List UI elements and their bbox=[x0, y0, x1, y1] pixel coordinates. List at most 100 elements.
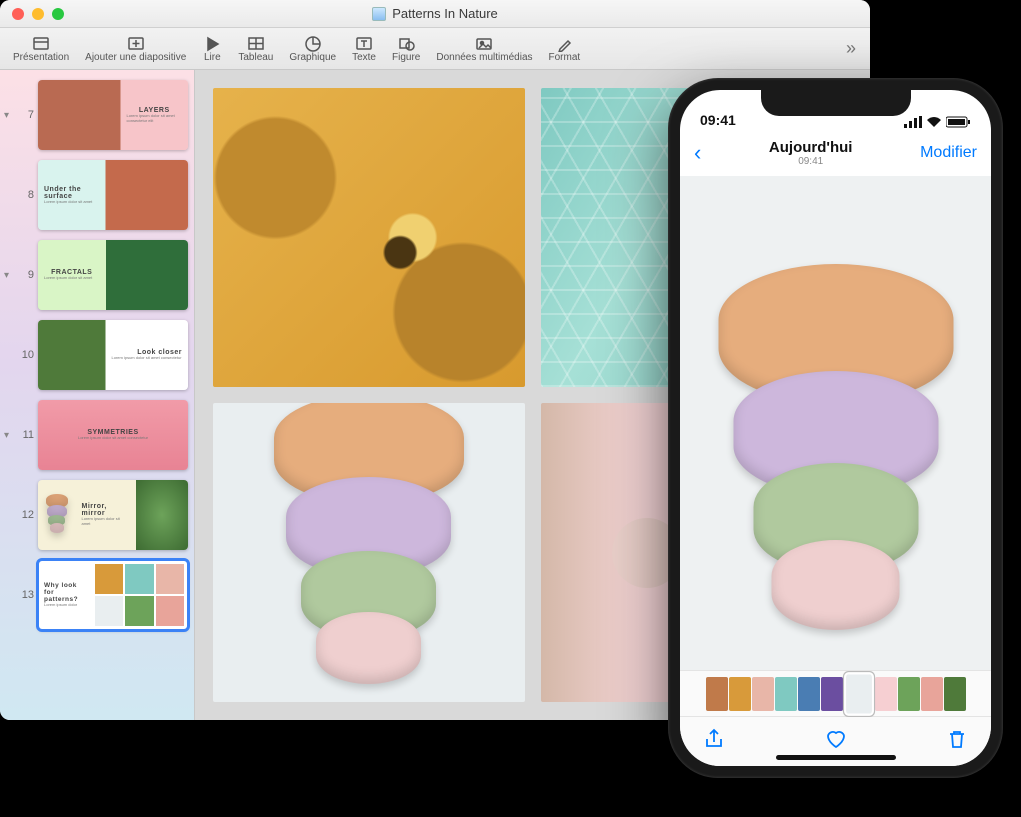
slide-number: 7 bbox=[18, 109, 34, 121]
filmstrip-thumb[interactable] bbox=[752, 677, 774, 711]
slide-thumbnail[interactable]: Look closer Lorem ipsum dolor sit amet c… bbox=[38, 320, 188, 390]
slide-number: 10 bbox=[18, 349, 34, 361]
share-button[interactable] bbox=[702, 727, 726, 756]
slide-thumb-body: Lorem ipsum dolor sit amet bbox=[44, 200, 100, 205]
format-icon bbox=[554, 34, 574, 52]
slide-row[interactable]: ▾ 7 LAYERS Lorem ipsum dolor sit amet co… bbox=[4, 80, 188, 150]
slide-row[interactable]: ▾ 9 FRACTALS Lorem ipsum dolor sit amet bbox=[4, 240, 188, 310]
disclosure-triangle-icon[interactable]: ▾ bbox=[4, 270, 14, 281]
slide-thumb-body: Lorem ipsum dolor sit amet consectetur bbox=[78, 436, 148, 441]
toolbar-format-button[interactable]: Format bbox=[542, 32, 588, 65]
media-icon bbox=[474, 34, 494, 52]
filmstrip-thumb[interactable] bbox=[821, 677, 843, 711]
view-icon bbox=[31, 34, 51, 52]
play-icon bbox=[202, 34, 222, 52]
toolbar-label: Format bbox=[549, 52, 581, 63]
document-title-text: Patterns In Nature bbox=[392, 6, 498, 21]
chart-icon bbox=[303, 34, 323, 52]
window-minimize-button[interactable] bbox=[32, 8, 44, 20]
toolbar-label: Graphique bbox=[289, 52, 336, 63]
slide-row[interactable]: 12 Mirror, mirror Lorem ipsum dolor sit … bbox=[4, 480, 188, 550]
filmstrip-thumb[interactable] bbox=[706, 677, 728, 711]
cellular-icon bbox=[904, 116, 922, 128]
toolbar-label: Texte bbox=[352, 52, 376, 63]
filmstrip-thumb-current[interactable] bbox=[846, 674, 871, 713]
status-time: 09:41 bbox=[700, 112, 736, 128]
filmstrip-thumb[interactable] bbox=[775, 677, 797, 711]
add-slide-icon bbox=[126, 34, 146, 52]
filmstrip-thumb[interactable] bbox=[798, 677, 820, 711]
favorite-button[interactable] bbox=[824, 727, 848, 756]
home-indicator[interactable] bbox=[776, 755, 896, 760]
toolbar-overflow-button[interactable]: » bbox=[838, 38, 864, 59]
slide-thumbnail[interactable]: Mirror, mirror Lorem ipsum dolor sit ame… bbox=[38, 480, 188, 550]
document-icon bbox=[372, 7, 386, 21]
toolbar-media-button[interactable]: Données multimédias bbox=[429, 32, 539, 65]
toolbar-label: Figure bbox=[392, 52, 420, 63]
text-icon bbox=[354, 34, 374, 52]
delete-button[interactable] bbox=[945, 727, 969, 756]
iphone-notch bbox=[761, 90, 911, 116]
slide-number: 8 bbox=[18, 189, 34, 201]
slide-thumb-body: Lorem ipsum dolor bbox=[44, 603, 85, 608]
slide-row[interactable]: ▾ 11 SYMMETRIES Lorem ipsum dolor sit am… bbox=[4, 400, 188, 470]
wifi-icon bbox=[926, 116, 942, 128]
edit-button[interactable]: Modifier bbox=[920, 144, 977, 162]
iphone-screen: 09:41 ‹ Aujourd'hui 09:41 Modifier bbox=[680, 90, 991, 766]
slide-thumbnail-selected[interactable]: Why look for patterns? Lorem ipsum dolor bbox=[38, 560, 188, 630]
battery-icon bbox=[946, 116, 971, 128]
slide-thumb-body: Lorem ipsum dolor sit amet bbox=[44, 276, 100, 281]
slide-thumb-body: Lorem ipsum dolor sit amet consectetur e… bbox=[127, 114, 183, 124]
toolbar-label: Ajouter une diapositive bbox=[85, 52, 186, 63]
filmstrip-thumb[interactable] bbox=[921, 677, 943, 711]
toolbar-table-button[interactable]: Tableau bbox=[231, 32, 280, 65]
toolbar-shape-button[interactable]: Figure bbox=[385, 32, 427, 65]
slide-thumbnail[interactable]: Under the surface Lorem ipsum dolor sit … bbox=[38, 160, 188, 230]
filmstrip-thumb[interactable] bbox=[898, 677, 920, 711]
window-zoom-button[interactable] bbox=[52, 8, 64, 20]
slide-navigator[interactable]: ▾ 7 LAYERS Lorem ipsum dolor sit amet co… bbox=[0, 70, 195, 720]
photos-header-title: Aujourd'hui bbox=[701, 139, 920, 156]
window-close-button[interactable] bbox=[12, 8, 24, 20]
slide-row[interactable]: 8 Under the surface Lorem ipsum dolor si… bbox=[4, 160, 188, 230]
slide-number: 13 bbox=[18, 589, 34, 601]
disclosure-triangle-icon[interactable]: ▾ bbox=[4, 110, 14, 121]
photo-viewer[interactable] bbox=[680, 176, 991, 670]
toolbar-view-button[interactable]: Présentation bbox=[6, 32, 76, 65]
toolbar-play-button[interactable]: Lire bbox=[195, 32, 229, 65]
iphone-device: 09:41 ‹ Aujourd'hui 09:41 Modifier bbox=[668, 78, 1003, 778]
slide-thumb-title: Mirror, mirror bbox=[82, 503, 130, 517]
photos-header-subtitle: 09:41 bbox=[701, 156, 920, 167]
toolbar-add-slide-button[interactable]: Ajouter une diapositive bbox=[78, 32, 193, 65]
filmstrip-thumb[interactable] bbox=[875, 677, 897, 711]
slide-thumb-title: Under the surface bbox=[44, 186, 100, 200]
titlebar: Patterns In Nature bbox=[0, 0, 870, 28]
toolbar-text-button[interactable]: Texte bbox=[345, 32, 383, 65]
back-button[interactable]: ‹ bbox=[694, 140, 701, 166]
slide-row[interactable]: 13 Why look for patterns? Lorem ipsum do… bbox=[4, 560, 188, 630]
document-title: Patterns In Nature bbox=[0, 6, 870, 21]
disclosure-triangle-icon[interactable]: ▾ bbox=[4, 430, 14, 441]
slide-thumb-body: Lorem ipsum dolor sit amet bbox=[82, 517, 130, 527]
heart-icon bbox=[824, 727, 848, 751]
share-icon bbox=[702, 727, 726, 751]
status-icons bbox=[904, 116, 971, 128]
shape-icon bbox=[396, 34, 416, 52]
slide-number: 11 bbox=[18, 429, 34, 441]
canvas-image-urchin-stack[interactable] bbox=[213, 403, 525, 702]
toolbar: Présentation Ajouter une diapositive Lir… bbox=[0, 28, 870, 70]
filmstrip-thumb[interactable] bbox=[944, 677, 966, 711]
photos-header: ‹ Aujourd'hui 09:41 Modifier bbox=[680, 130, 991, 176]
canvas-image-honeycomb[interactable] bbox=[213, 88, 525, 387]
photo-filmstrip[interactable] bbox=[680, 670, 991, 716]
slide-row[interactable]: 10 Look closer Lorem ipsum dolor sit ame… bbox=[4, 320, 188, 390]
toolbar-label: Tableau bbox=[238, 52, 273, 63]
filmstrip-thumb[interactable] bbox=[729, 677, 751, 711]
slide-number: 9 bbox=[18, 269, 34, 281]
toolbar-chart-button[interactable]: Graphique bbox=[282, 32, 343, 65]
slide-thumbnail[interactable]: SYMMETRIES Lorem ipsum dolor sit amet co… bbox=[38, 400, 188, 470]
slide-thumb-body: Lorem ipsum dolor sit amet consectetur bbox=[112, 356, 183, 361]
slide-thumbnail[interactable]: FRACTALS Lorem ipsum dolor sit amet bbox=[38, 240, 188, 310]
toolbar-label: Lire bbox=[204, 52, 221, 63]
slide-thumbnail[interactable]: LAYERS Lorem ipsum dolor sit amet consec… bbox=[38, 80, 188, 150]
